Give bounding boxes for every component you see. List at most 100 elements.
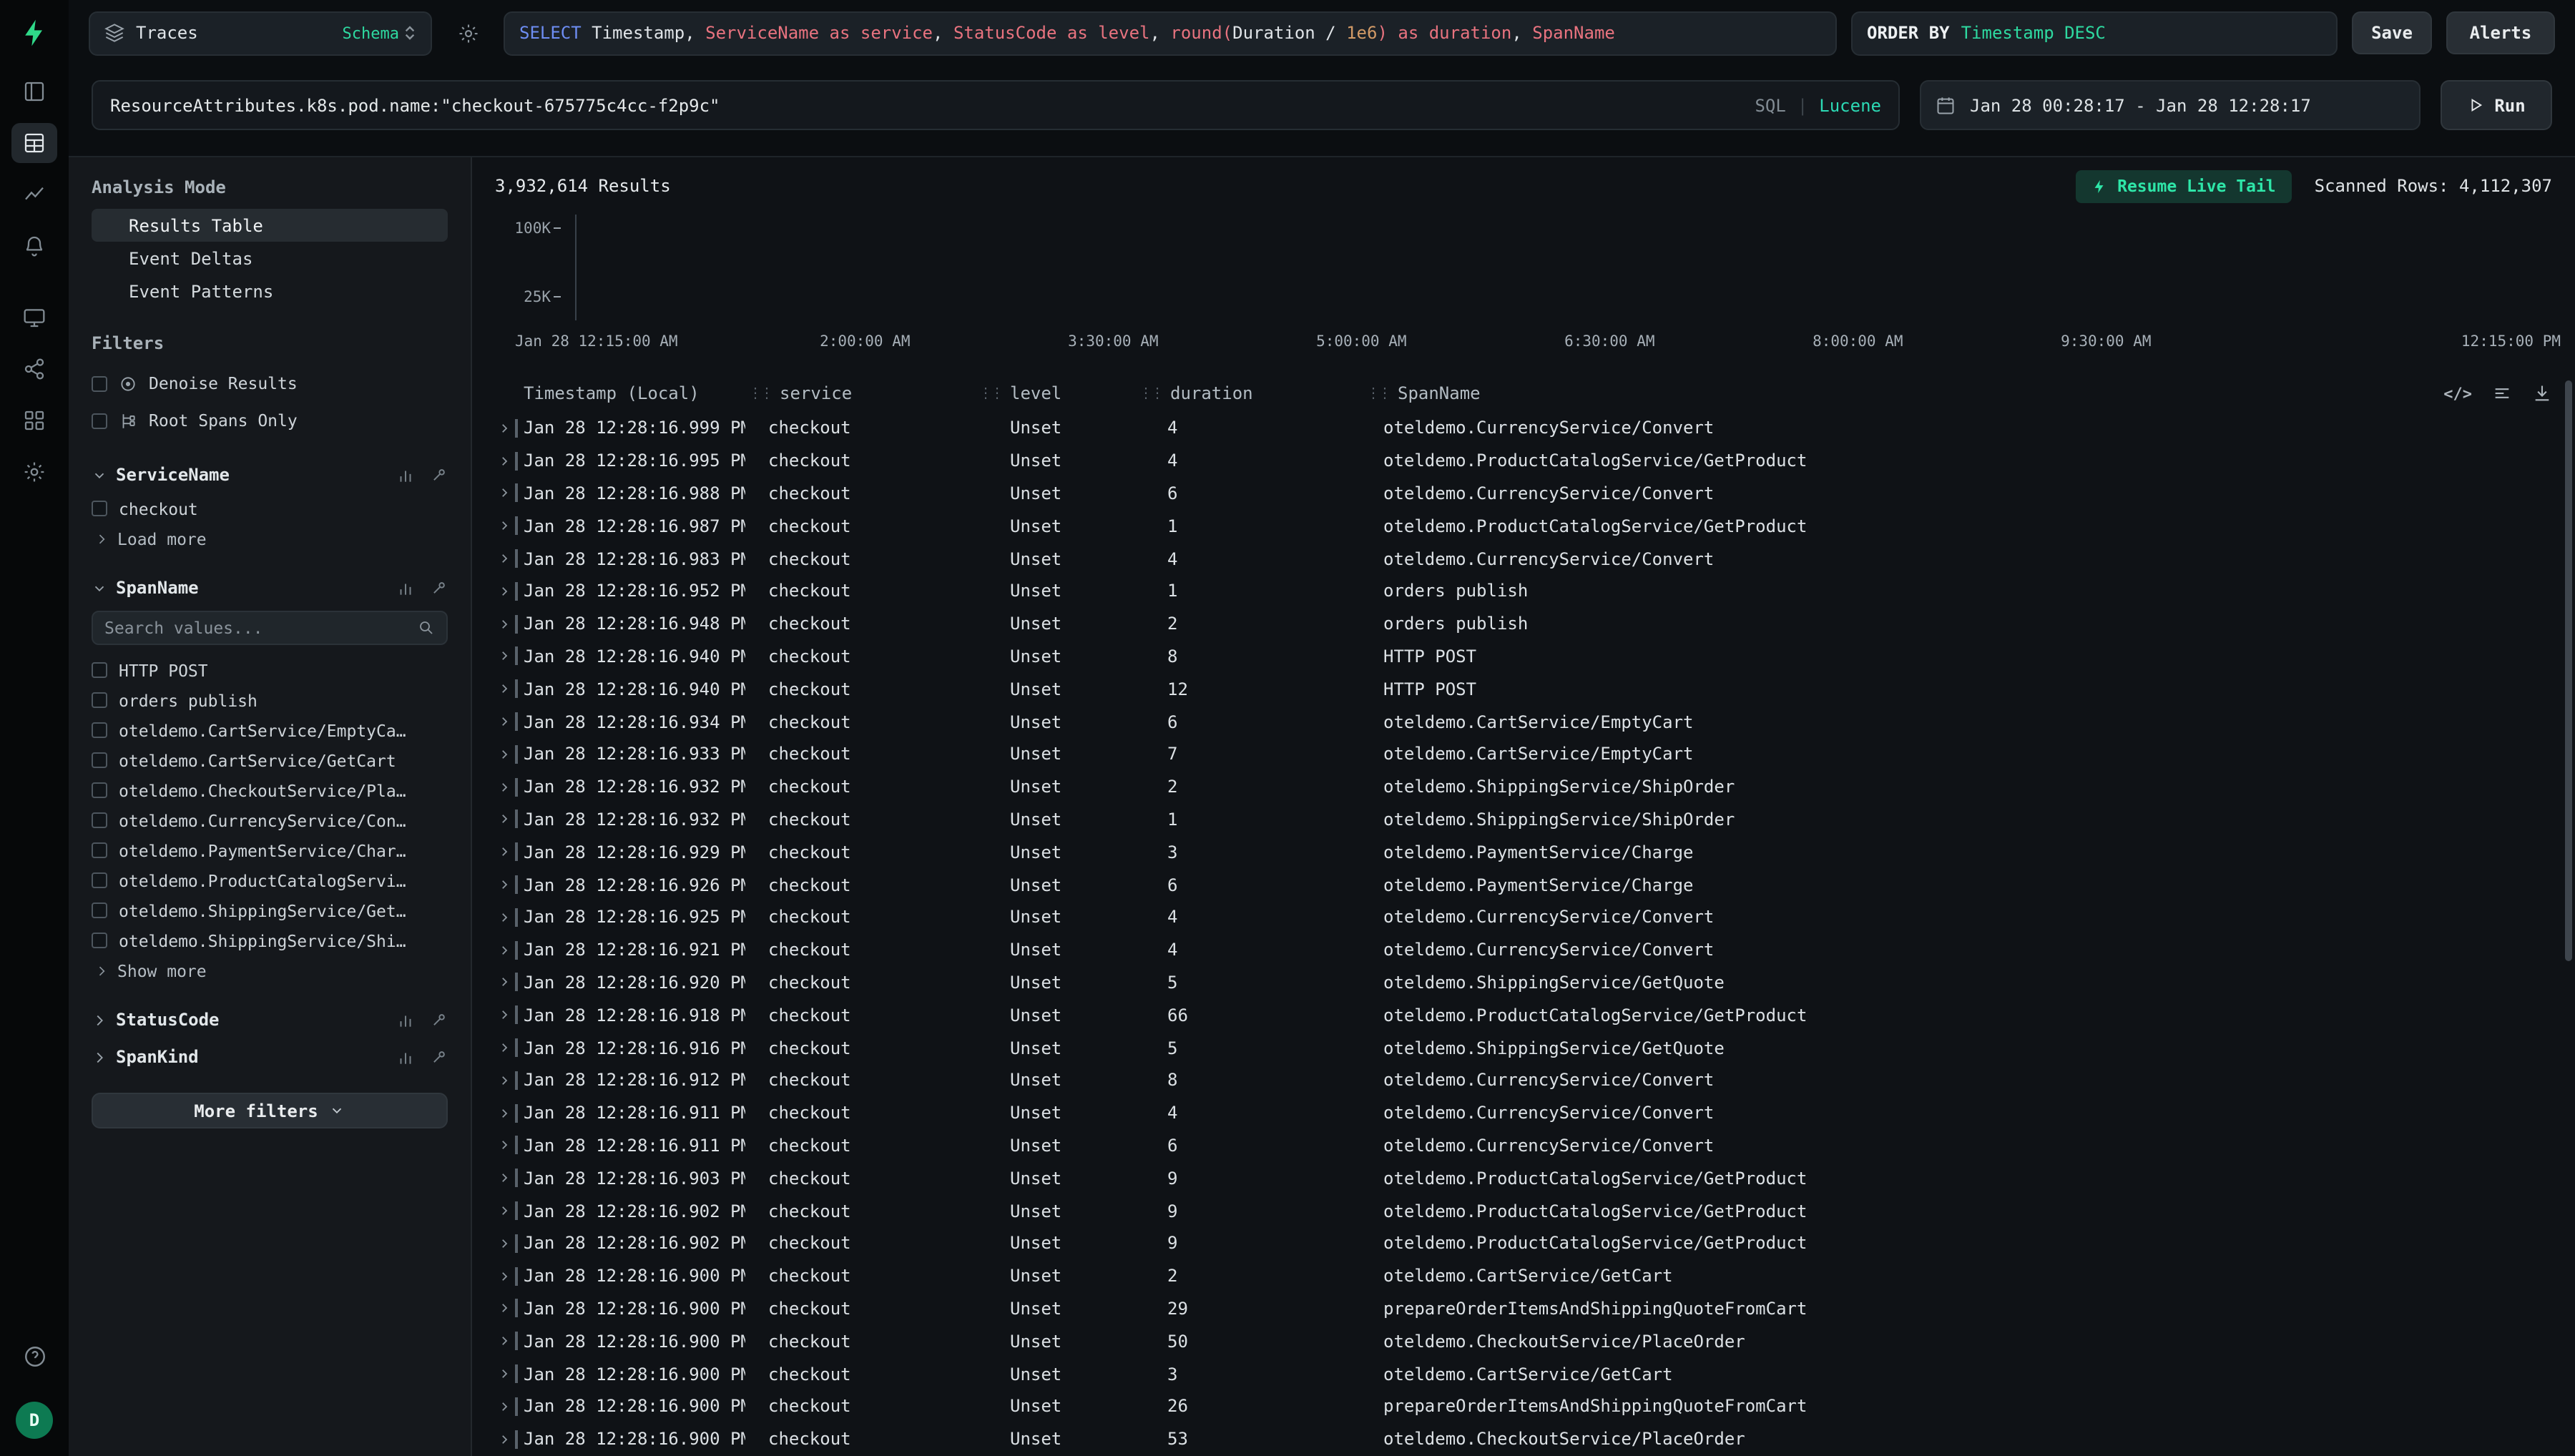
row-expander[interactable]: [492, 1171, 515, 1184]
spanname-search-box[interactable]: [92, 611, 448, 645]
row-expander[interactable]: [492, 878, 515, 891]
format-lines-icon[interactable]: [2492, 383, 2512, 403]
row-expander[interactable]: [492, 1334, 515, 1347]
checkbox[interactable]: [92, 902, 107, 918]
table-row[interactable]: Jan 28 12:28:16.918 PMcheckoutUnset66ote…: [492, 999, 2575, 1032]
filter-value-row[interactable]: HTTP POST: [92, 655, 448, 685]
load-more-link[interactable]: Load more: [92, 523, 448, 555]
resume-live-tail-button[interactable]: Resume Live Tail: [2076, 169, 2292, 202]
drag-grip-icon[interactable]: ⋮⋮: [748, 385, 771, 401]
row-expander[interactable]: [492, 1367, 515, 1380]
table-row[interactable]: Jan 28 12:28:16.900 PMcheckoutUnset2otel…: [492, 1259, 2575, 1292]
checkbox[interactable]: [92, 872, 107, 888]
table-row[interactable]: Jan 28 12:28:16.987 PMcheckoutUnset1otel…: [492, 510, 2575, 543]
table-row[interactable]: Jan 28 12:28:16.929 PMcheckoutUnset3otel…: [492, 836, 2575, 869]
table-icon[interactable]: [11, 123, 57, 163]
table-row[interactable]: Jan 28 12:28:16.926 PMcheckoutUnset6otel…: [492, 868, 2575, 901]
table-row[interactable]: Jan 28 12:28:16.925 PMcheckoutUnset4otel…: [492, 901, 2575, 934]
gear-icon[interactable]: [11, 452, 57, 492]
panels-icon[interactable]: [11, 72, 57, 112]
checkbox[interactable]: [92, 413, 107, 428]
checkbox[interactable]: [92, 375, 107, 391]
filter-value-row[interactable]: oteldemo.ProductCatalogServi…: [92, 865, 448, 895]
table-row[interactable]: Jan 28 12:28:16.900 PMcheckoutUnset29pre…: [492, 1292, 2575, 1325]
table-row[interactable]: Jan 28 12:28:16.900 PMcheckoutUnset3otel…: [492, 1357, 2575, 1390]
row-expander[interactable]: [492, 1008, 515, 1021]
logo-bolt-icon[interactable]: [13, 11, 56, 54]
checkbox[interactable]: [92, 692, 107, 708]
table-row[interactable]: Jan 28 12:28:16.940 PMcheckoutUnset8HTTP…: [492, 640, 2575, 673]
row-expander[interactable]: [492, 617, 515, 630]
mode-results-table[interactable]: Results Table: [92, 209, 448, 242]
drag-grip-icon[interactable]: ⋮⋮: [1366, 385, 1389, 401]
row-expander[interactable]: [492, 1302, 515, 1315]
table-row[interactable]: Jan 28 12:28:16.932 PMcheckoutUnset2otel…: [492, 771, 2575, 804]
table-row[interactable]: Jan 28 12:28:16.948 PMcheckoutUnset2orde…: [492, 608, 2575, 641]
row-expander[interactable]: [492, 976, 515, 989]
row-expander[interactable]: [492, 1400, 515, 1413]
bar-chart-icon[interactable]: [396, 579, 415, 597]
section-spankind[interactable]: SpanKind: [92, 1038, 448, 1076]
row-expander[interactable]: [492, 454, 515, 467]
checkbox[interactable]: [92, 812, 107, 828]
row-expander[interactable]: [492, 813, 515, 826]
scrollbar-thumb[interactable]: [2565, 380, 2572, 961]
table-row[interactable]: Jan 28 12:28:16.952 PMcheckoutUnset1orde…: [492, 575, 2575, 608]
mode-sql[interactable]: SQL: [1755, 95, 1785, 115]
bell-icon[interactable]: [11, 226, 57, 266]
bar-chart-icon[interactable]: [396, 1010, 415, 1029]
row-expander[interactable]: [492, 748, 515, 761]
table-row[interactable]: Jan 28 12:28:16.988 PMcheckoutUnset6otel…: [492, 477, 2575, 510]
order-by-input[interactable]: ORDER BY Timestamp DESC: [1851, 11, 2338, 55]
table-row[interactable]: Jan 28 12:28:16.995 PMcheckoutUnset4otel…: [492, 445, 2575, 478]
row-expander[interactable]: [492, 1269, 515, 1282]
pin-icon[interactable]: [429, 1048, 448, 1066]
table-row[interactable]: Jan 28 12:28:16.934 PMcheckoutUnset6otel…: [492, 705, 2575, 738]
row-expander[interactable]: [492, 552, 515, 565]
help-icon[interactable]: [11, 1336, 57, 1376]
checkbox[interactable]: [92, 842, 107, 858]
show-more-link[interactable]: Show more: [92, 955, 448, 987]
table-row[interactable]: Jan 28 12:28:16.983 PMcheckoutUnset4otel…: [492, 542, 2575, 575]
grid-icon[interactable]: [11, 400, 57, 441]
query-settings-gear-icon[interactable]: [446, 11, 489, 54]
filter-value-row[interactable]: oteldemo.CheckoutService/Pla…: [92, 775, 448, 805]
row-expander[interactable]: [492, 422, 515, 435]
download-icon[interactable]: [2532, 383, 2552, 403]
row-expander[interactable]: [492, 683, 515, 696]
mode-lucene[interactable]: Lucene: [1819, 95, 1881, 115]
table-row[interactable]: Jan 28 12:28:16.902 PMcheckoutUnset9otel…: [492, 1227, 2575, 1260]
table-row[interactable]: Jan 28 12:28:16.916 PMcheckoutUnset5otel…: [492, 1031, 2575, 1064]
checkbox[interactable]: [92, 782, 107, 798]
row-expander[interactable]: [492, 520, 515, 533]
table-row[interactable]: Jan 28 12:28:16.940 PMcheckoutUnset12HTT…: [492, 673, 2575, 706]
source-selector[interactable]: Traces Schema: [89, 11, 432, 55]
drag-grip-icon[interactable]: ⋮⋮: [1139, 385, 1162, 401]
checkbox[interactable]: [92, 501, 107, 516]
drag-grip-icon[interactable]: ⋮⋮: [978, 385, 1001, 401]
table-row[interactable]: Jan 28 12:28:16.900 PMcheckoutUnset53ote…: [492, 1422, 2575, 1455]
run-button[interactable]: Run: [2441, 80, 2552, 130]
pin-icon[interactable]: [429, 466, 448, 484]
denoise-toggle[interactable]: Denoise Results: [92, 365, 448, 402]
row-expander[interactable]: [492, 846, 515, 859]
spanname-search-input[interactable]: [104, 618, 418, 638]
table-row[interactable]: Jan 28 12:28:16.900 PMcheckoutUnset26pre…: [492, 1390, 2575, 1423]
filter-value-row[interactable]: oteldemo.ShippingService/Get…: [92, 895, 448, 925]
row-expander[interactable]: [492, 1139, 515, 1152]
row-expander[interactable]: [492, 487, 515, 500]
search-box[interactable]: SQL | Lucene: [92, 80, 1900, 130]
table-row[interactable]: Jan 28 12:28:16.902 PMcheckoutUnset9otel…: [492, 1194, 2575, 1227]
table-row[interactable]: Jan 28 12:28:16.933 PMcheckoutUnset7otel…: [492, 738, 2575, 771]
table-row[interactable]: Jan 28 12:28:16.921 PMcheckoutUnset4otel…: [492, 934, 2575, 967]
checkbox[interactable]: [92, 662, 107, 678]
row-expander[interactable]: [492, 1074, 515, 1087]
table-row[interactable]: Jan 28 12:28:16.911 PMcheckoutUnset6otel…: [492, 1129, 2575, 1162]
column-header-timestamp[interactable]: Timestamp (Local): [524, 383, 745, 403]
filter-value-row[interactable]: oteldemo.CartService/GetCart: [92, 745, 448, 775]
row-expander[interactable]: [492, 911, 515, 924]
checkbox[interactable]: [92, 722, 107, 738]
search-input[interactable]: [110, 95, 1755, 115]
column-header-service[interactable]: ⋮⋮service: [745, 383, 976, 403]
bar-chart-icon[interactable]: [396, 1048, 415, 1066]
